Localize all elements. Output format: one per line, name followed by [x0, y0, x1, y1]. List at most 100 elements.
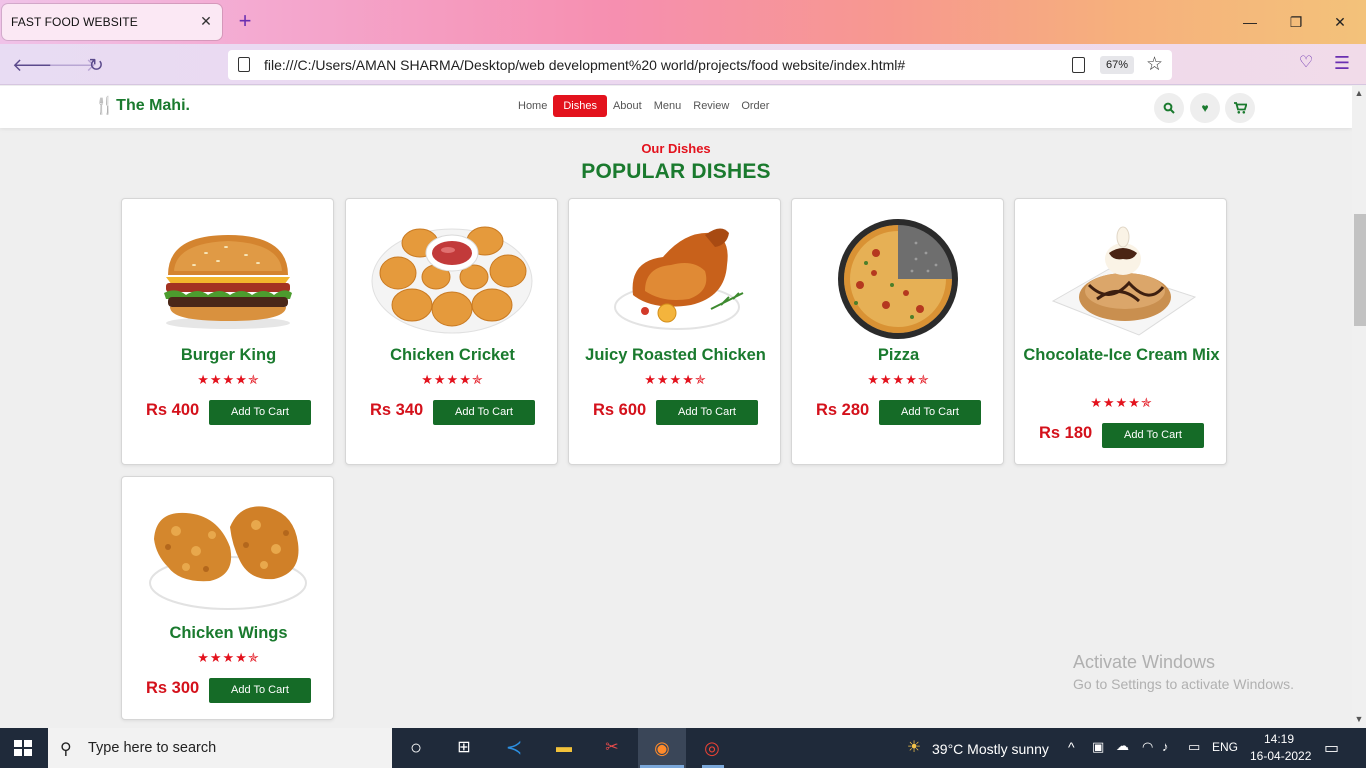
- reader-view-icon[interactable]: [1072, 57, 1085, 73]
- dish-price: Rs 600: [593, 401, 647, 419]
- battery-icon[interactable]: ▭: [1188, 739, 1200, 755]
- site-logo[interactable]: 🍴 The Mahi.: [94, 96, 190, 116]
- section-subheading: Our Dishes: [641, 141, 711, 156]
- firefox-icon[interactable]: ◉: [650, 736, 674, 760]
- dish-card: Pizza ★★★★✯ Rs 280 Add To Cart: [791, 198, 1004, 465]
- search-icon: ⚲: [60, 741, 72, 758]
- browser-tab[interactable]: FAST FOOD WEBSITE ✕: [2, 4, 222, 40]
- dish-price: Rs 180: [1039, 424, 1093, 442]
- reload-icon[interactable]: ↻: [84, 53, 108, 77]
- vertical-scrollbar[interactable]: ▲ ▼: [1352, 86, 1366, 728]
- back-arrow-icon[interactable]: 🡐: [12, 53, 60, 77]
- hamburger-menu-icon[interactable]: ☰: [1332, 53, 1352, 73]
- dish-name: Juicy Roasted Chicken: [585, 346, 766, 364]
- add-to-cart-button[interactable]: Add To Cart: [209, 678, 311, 703]
- watermark-subtitle: Go to Settings to activate Windows.: [1073, 676, 1294, 692]
- pizza-image: [838, 219, 958, 339]
- add-to-cart-button[interactable]: Add To Cart: [1102, 423, 1204, 448]
- chrome-icon[interactable]: ◎: [700, 736, 724, 760]
- browser-toolbar: 🡐 🡒 ↻ file:///C:/Users/AMAN SHARMA/Deskt…: [0, 44, 1366, 85]
- nav-link-order[interactable]: Order: [735, 95, 775, 117]
- notification-center-icon[interactable]: ▭: [1324, 738, 1339, 758]
- web-page: 🍴 The Mahi. Home Dishes About Menu Revie…: [0, 86, 1352, 728]
- dish-name: Chicken Cricket: [390, 346, 515, 364]
- onedrive-cloud-icon[interactable]: ☁: [1116, 738, 1129, 754]
- weather-sun-cloud-icon[interactable]: ☀: [902, 736, 926, 760]
- heart-icon[interactable]: ♥: [1190, 93, 1220, 123]
- rating-stars: ★★★★✯: [644, 372, 707, 387]
- dish-name: Burger King: [180, 346, 277, 364]
- forward-arrow-icon[interactable]: 🡒: [48, 53, 96, 77]
- restore-window-button[interactable]: ❐: [1286, 12, 1306, 32]
- browser-tab-strip: FAST FOOD WEBSITE ✕ + — ❐ ✕: [0, 0, 1366, 44]
- ice-cream-dessert-image: [1051, 226, 1197, 336]
- dish-card: Juicy Roasted Chicken ★★★★✯ Rs 600 Add T…: [568, 198, 781, 465]
- scroll-down-arrow-icon[interactable]: ▼: [1352, 714, 1366, 724]
- nav-link-home[interactable]: Home: [512, 95, 553, 117]
- new-tab-button[interactable]: +: [234, 10, 256, 32]
- dish-price: Rs 400: [146, 401, 200, 419]
- input-language[interactable]: ENG: [1212, 740, 1238, 754]
- scroll-up-arrow-icon[interactable]: ▲: [1352, 88, 1366, 98]
- dish-price: Rs 280: [816, 401, 870, 419]
- pocket-icon[interactable]: ♡: [1296, 53, 1316, 73]
- section-heading: POPULAR DISHES: [581, 160, 771, 183]
- roasted-chicken-image: [614, 228, 744, 330]
- taskbar-search-box[interactable]: ⚲ Type here to search: [48, 728, 392, 768]
- weather-text[interactable]: 39°C Mostly sunny: [932, 741, 1049, 757]
- page-document-icon: [238, 57, 250, 72]
- nav-link-about[interactable]: About: [607, 95, 648, 117]
- url-text[interactable]: file:///C:/Users/AMAN SHARMA/Desktop/web…: [264, 57, 905, 73]
- chicken-nuggets-image: [371, 226, 533, 334]
- file-explorer-icon[interactable]: ▬: [552, 736, 576, 760]
- task-view-icon[interactable]: ⊞: [452, 736, 476, 760]
- search-icon[interactable]: [1154, 93, 1184, 123]
- show-hidden-icons-chevron-icon[interactable]: ^: [1068, 739, 1075, 755]
- dish-card: Chicken Wings ★★★★✯ Rs 300 Add To Cart: [121, 476, 334, 720]
- dish-price: Rs 340: [370, 401, 424, 419]
- windows-start-icon[interactable]: [14, 740, 32, 756]
- rating-stars: ★★★★✯: [867, 372, 930, 387]
- dish-name: Pizza: [877, 346, 920, 364]
- close-tab-icon[interactable]: ✕: [199, 14, 213, 28]
- cortana-icon[interactable]: ○: [404, 736, 428, 760]
- address-bar[interactable]: file:///C:/Users/AMAN SHARMA/Desktop/web…: [228, 50, 1172, 80]
- bookmark-star-icon[interactable]: ☆: [1146, 53, 1163, 76]
- chicken-wings-image: [149, 506, 307, 610]
- dish-card: Chicken Cricket ★★★★✯ Rs 340 Add To Cart: [345, 198, 558, 465]
- zoom-level-badge[interactable]: 67%: [1100, 56, 1135, 74]
- clock-time[interactable]: 14:19: [1264, 732, 1294, 746]
- add-to-cart-button[interactable]: Add To Cart: [209, 400, 311, 425]
- add-to-cart-button[interactable]: Add To Cart: [879, 400, 981, 425]
- shopping-cart-icon[interactable]: [1225, 93, 1255, 123]
- meet-now-icon[interactable]: ▣: [1092, 739, 1104, 755]
- site-nav: Home Dishes About Menu Review Order: [512, 95, 775, 117]
- nav-link-menu[interactable]: Menu: [648, 95, 688, 117]
- taskbar-search-placeholder: Type here to search: [88, 740, 217, 756]
- tab-title: FAST FOOD WEBSITE: [11, 15, 138, 29]
- dish-card: Chocolate-Ice Cream Mix ★★★★✯ Rs 180 Add…: [1014, 198, 1227, 465]
- scroll-thumb[interactable]: [1354, 214, 1366, 326]
- site-header: 🍴 The Mahi. Home Dishes About Menu Revie…: [0, 86, 1352, 128]
- rating-stars: ★★★★✯: [1090, 395, 1153, 410]
- dish-name: Chocolate-Ice Cream Mix: [1023, 346, 1220, 364]
- fork-knife-icon: 🍴: [94, 96, 116, 115]
- wifi-icon[interactable]: ◠: [1142, 739, 1153, 755]
- rating-stars: ★★★★✯: [197, 372, 260, 387]
- volume-icon[interactable]: ♪: [1162, 739, 1169, 754]
- add-to-cart-button[interactable]: Add To Cart: [656, 400, 758, 425]
- add-to-cart-button[interactable]: Add To Cart: [433, 400, 535, 425]
- clock-date[interactable]: 16-04-2022: [1250, 749, 1311, 763]
- rating-stars: ★★★★✯: [421, 372, 484, 387]
- watermark-title: Activate Windows: [1073, 652, 1216, 672]
- snip-sketch-icon[interactable]: ✂: [600, 736, 624, 760]
- activate-windows-watermark: Activate Windows Go to Settings to activ…: [1073, 652, 1294, 692]
- rating-stars: ★★★★✯: [197, 650, 260, 665]
- dish-card: Burger King ★★★★✯ Rs 400 Add To Cart: [121, 198, 334, 465]
- minimize-window-button[interactable]: —: [1240, 12, 1260, 32]
- nav-link-dishes[interactable]: Dishes: [553, 95, 607, 117]
- close-window-button[interactable]: ✕: [1330, 12, 1350, 32]
- logo-text: The Mahi.: [116, 97, 190, 114]
- vscode-icon[interactable]: ≺: [502, 736, 526, 760]
- nav-link-review[interactable]: Review: [687, 95, 735, 117]
